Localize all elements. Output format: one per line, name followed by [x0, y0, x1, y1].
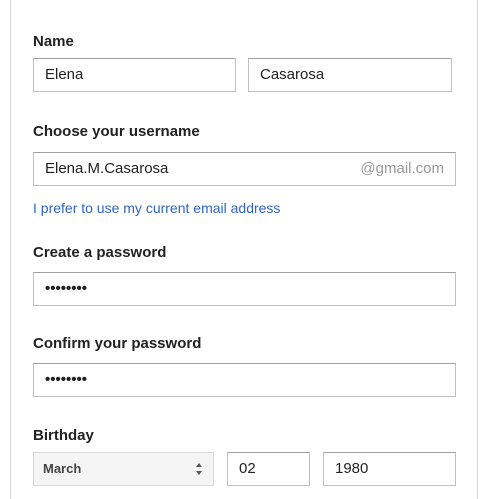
- username-value: Elena.M.Casarosa: [45, 160, 169, 177]
- password-label: Create a password: [33, 244, 167, 261]
- birthday-day-value: 02: [239, 460, 256, 477]
- username-label: Choose your username: [33, 123, 200, 140]
- confirm-password-masked-value: ••••••••: [45, 371, 88, 388]
- use-current-email-link[interactable]: I prefer to use my current email address: [33, 200, 280, 216]
- birthday-year-value: 1980: [335, 460, 369, 477]
- birthday-year-input[interactable]: 1980: [323, 452, 456, 486]
- name-label: Name: [33, 33, 74, 50]
- birthday-day-input[interactable]: 02: [227, 452, 310, 486]
- confirm-password-input[interactable]: ••••••••: [33, 363, 456, 397]
- birthday-month-select[interactable]: March: [33, 452, 214, 486]
- up-down-chevron-icon: [196, 463, 202, 475]
- first-name-input[interactable]: Elena: [33, 58, 236, 92]
- last-name-input[interactable]: Casarosa: [248, 58, 452, 92]
- confirm-password-label: Confirm your password: [33, 335, 202, 352]
- birthday-month-value: March: [43, 461, 82, 476]
- gmail-domain-suffix: @gmail.com: [360, 160, 444, 177]
- password-masked-value: ••••••••: [45, 280, 88, 297]
- birthday-label: Birthday: [33, 427, 94, 444]
- last-name-value: Casarosa: [260, 66, 325, 83]
- username-input[interactable]: Elena.M.Casarosa @gmail.com: [33, 152, 456, 186]
- first-name-value: Elena: [45, 66, 84, 83]
- password-input[interactable]: ••••••••: [33, 272, 456, 306]
